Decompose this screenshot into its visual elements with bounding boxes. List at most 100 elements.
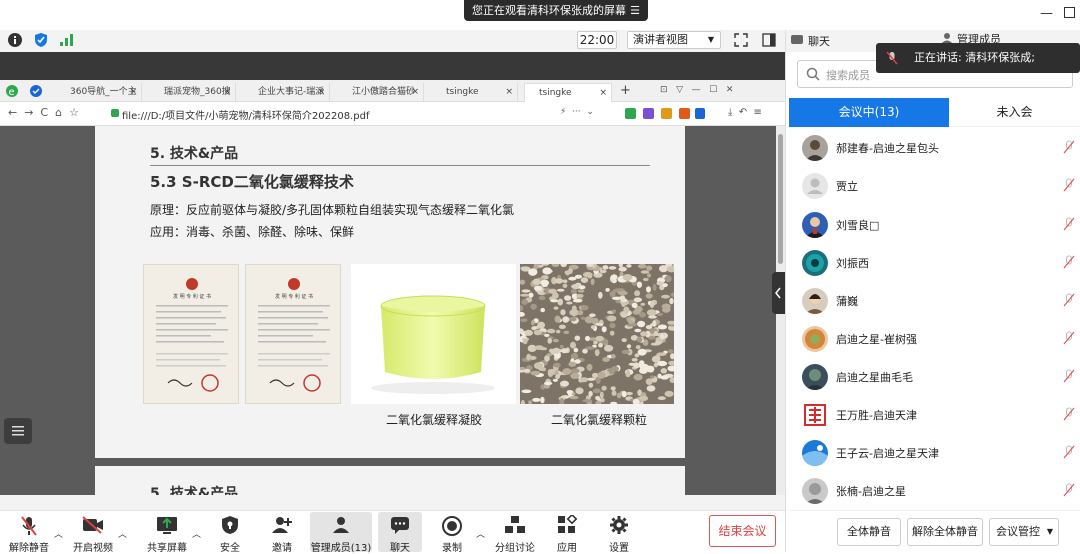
next-page-section-title: 5. 技术&产品 (150, 486, 239, 495)
tab-in-meeting[interactable]: 会议中(13) (789, 98, 949, 127)
mic-muted-icon[interactable] (1063, 369, 1075, 383)
tab-not-joined[interactable]: 未入会 (949, 98, 1080, 127)
extension-icons[interactable] (625, 108, 705, 119)
chat-bubble-icon (389, 515, 411, 535)
chevron-down-icon: ▼ (707, 35, 714, 44)
pdf-scrollbar-thumb[interactable] (778, 134, 783, 264)
chevron-up-icon[interactable]: ︿ (118, 527, 127, 540)
banner-text: 您正在观看清科环保张成的屏幕 (472, 4, 626, 17)
manage-members-button[interactable]: 管理成员(13) (310, 512, 372, 554)
address-actions[interactable]: ⚡ ··· ⌄ (560, 107, 594, 117)
svg-text:e: e (9, 87, 15, 98)
shield-icon[interactable] (34, 32, 48, 48)
end-meeting-button[interactable]: 结束会议 (709, 515, 776, 547)
shared-screen-top (0, 52, 785, 80)
slide-heading: 5.3 S-RCD二氧化氯缓释技术 (150, 173, 354, 191)
member-row[interactable]: 刘振西 (789, 245, 1080, 281)
new-tab-icon[interactable]: + (620, 83, 631, 98)
gear-icon (609, 515, 629, 535)
security-shield-icon (221, 515, 239, 535)
manage-members-title: 管理成员 (957, 33, 1001, 43)
mic-muted-icon[interactable] (1063, 293, 1075, 307)
list-icon[interactable] (4, 418, 32, 444)
gel-product-image (351, 264, 516, 404)
browser-tab[interactable]: tsingke × (432, 83, 518, 102)
chevron-up-icon[interactable]: ︿ (54, 527, 63, 540)
shared-screen-bottom (0, 495, 785, 510)
video-button[interactable]: 开启视频 (70, 512, 116, 554)
avatar (802, 173, 828, 199)
invite-button[interactable]: 邀请 (262, 512, 302, 554)
browser-tab[interactable]: 瑞派宠物_360搜 × (150, 83, 236, 102)
section-divider (150, 165, 650, 166)
avatar (802, 440, 828, 466)
mic-muted-icon (886, 51, 898, 65)
avatar (802, 135, 828, 161)
member-row[interactable]: 蒲巍 (789, 283, 1080, 319)
share-screen-button[interactable]: 共享屏幕 (144, 512, 190, 554)
toolbar-menu-icons[interactable]: ⤓ ↶ ≡ (728, 107, 762, 118)
member-row[interactable]: 王子云-启迪之星天津 (789, 435, 1080, 471)
mic-muted-icon[interactable] (1063, 140, 1075, 154)
member-row[interactable]: 郝建春-启迪之星包头 (789, 130, 1080, 166)
unmute-button[interactable]: 解除静音 (6, 512, 52, 554)
mute-all-button[interactable]: 全体静音 (837, 518, 901, 546)
share-screen-icon (155, 515, 179, 535)
record-button[interactable]: 录制 (432, 512, 472, 554)
presenter-view-dropdown[interactable]: 演讲者视图 ▼ (627, 31, 721, 49)
tab-controls[interactable]: ⊡ ▽ — ☐ ✕ (660, 85, 733, 95)
member-row[interactable]: 张楠-启迪之星 (789, 473, 1080, 509)
chevron-up-icon[interactable]: ︿ (192, 527, 201, 540)
caption-granule: 二氧化氯缓释颗粒 (551, 413, 648, 427)
members-icon (330, 515, 352, 535)
member-row[interactable]: 启迪之星曲毛毛 (789, 359, 1080, 395)
avatar (802, 212, 828, 238)
chat-panel-title: 聊天 (808, 35, 830, 48)
patent-certificate-image: 发 明 专 利 证 书 (143, 264, 239, 404)
mic-muted-icon[interactable] (1063, 178, 1075, 192)
breakout-button[interactable]: 分组讨论 (492, 512, 538, 554)
breakout-rooms-icon (504, 515, 526, 535)
apps-button[interactable]: 应用 (548, 512, 586, 554)
viewing-screen-banner[interactable]: 您正在观看清科环保张成的屏幕 ☰ (464, 0, 648, 21)
minimize-icon[interactable]: — (1040, 6, 1053, 21)
chat-button[interactable]: 聊天 (378, 512, 422, 554)
browser-tab[interactable]: 360导航_一个主 × (56, 83, 142, 102)
mic-muted-icon[interactable] (1063, 331, 1075, 345)
chevron-down-icon: ▼ (1046, 527, 1053, 536)
address-url[interactable]: file:///D:/项目文件/小萌宠物/清科环保简介202208.pdf (122, 107, 369, 122)
browser-tab[interactable]: 江小傲踏合猫砂 × (338, 83, 424, 102)
nav-buttons[interactable]: ← → C ⌂ ☆ (8, 106, 79, 119)
mic-muted-icon[interactable] (1063, 255, 1075, 269)
avatar (802, 364, 828, 390)
mic-muted-icon[interactable] (1063, 483, 1075, 497)
speaking-indicator: 正在讲话: 清科环保张成; (876, 43, 1080, 73)
maximize-icon[interactable] (1064, 7, 1075, 18)
search-icon (806, 67, 820, 81)
sidebar-toggle-icon[interactable] (762, 33, 776, 47)
avatar (802, 288, 828, 314)
slide-application: 应用：消毒、杀菌、除醛、除味、保鲜 (150, 225, 355, 239)
meeting-control-dropdown[interactable]: 会议管控 ▼ (989, 518, 1059, 546)
member-row[interactable]: 刘雪良□ (789, 207, 1080, 243)
unmute-all-button[interactable]: 解除全体静音 (907, 518, 983, 546)
mic-muted-icon[interactable] (1063, 217, 1075, 231)
info-icon[interactable] (8, 33, 22, 47)
banner-menu-icon[interactable]: ☰ (630, 0, 640, 21)
chevron-up-icon[interactable]: ︿ (476, 527, 485, 540)
member-row[interactable]: 启迪之星-崔树强 (789, 321, 1080, 357)
mic-muted-icon[interactable] (1063, 445, 1075, 459)
browser-tab[interactable]: 企业大事记-瑞派 × (244, 83, 330, 102)
collapse-tab[interactable] (772, 272, 785, 314)
member-row[interactable]: 王万胜-启迪天津 (789, 397, 1080, 433)
member-row[interactable]: 贾立 (789, 168, 1080, 204)
chat-panel-icon (791, 34, 803, 46)
search-placeholder[interactable]: 搜索成员 (826, 67, 870, 83)
browser-tab-active[interactable]: tsingke × (524, 83, 612, 102)
mic-muted-icon[interactable] (1063, 407, 1075, 421)
avatar (802, 402, 828, 428)
slide-principle: 原理：反应前驱体与凝胶/多孔固体颗粒自组装实现气态缓释二氧化氯 (150, 203, 515, 217)
security-button[interactable]: 安全 (210, 512, 250, 554)
fullscreen-icon[interactable] (734, 33, 748, 47)
settings-button[interactable]: 设置 (600, 512, 638, 554)
